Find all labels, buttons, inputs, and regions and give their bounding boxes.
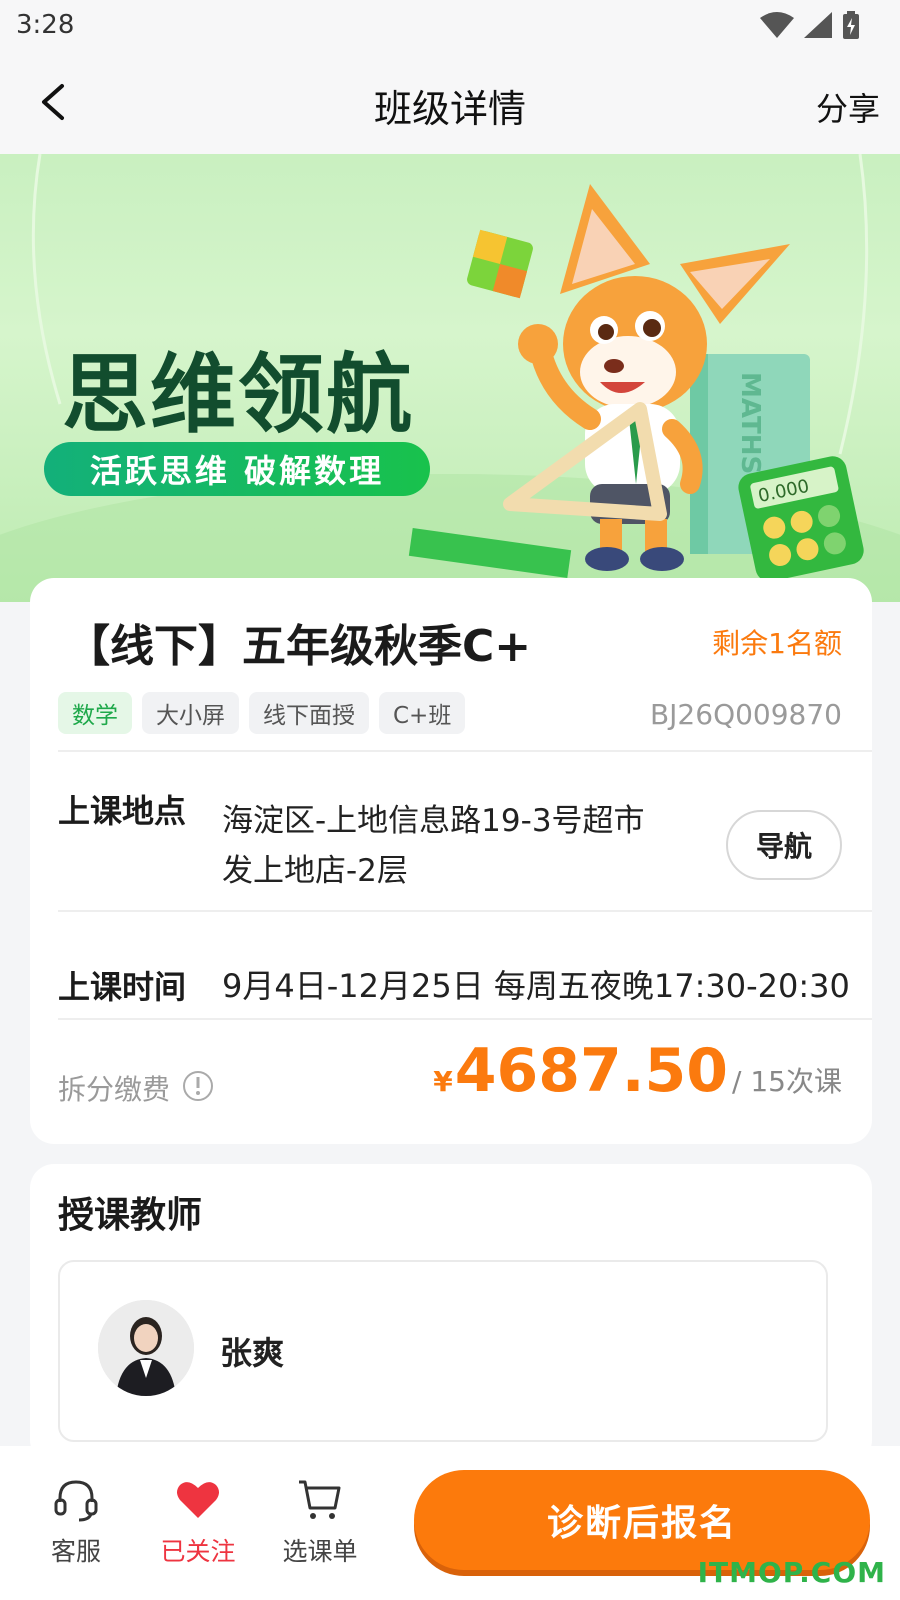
navigate-button[interactable]: 导航 bbox=[726, 810, 842, 880]
location-label: 上课地点 bbox=[58, 792, 187, 830]
price: ¥ 4687.50 / 15次课 bbox=[433, 1036, 842, 1106]
info-icon[interactable] bbox=[182, 1070, 214, 1102]
follow-label: 已关注 bbox=[160, 1537, 236, 1566]
nav-bar: 班级详情 分享 bbox=[0, 50, 900, 154]
split-payment-label: 拆分缴费 bbox=[58, 1073, 171, 1106]
enroll-after-diagnosis-button[interactable]: 诊断后报名 bbox=[414, 1470, 870, 1570]
price-unit: / 15次课 bbox=[732, 1065, 842, 1098]
address-line-1: 海淀区-上地信息路19-3号超市 bbox=[222, 803, 645, 839]
class-schedule: 9月4日-12月25日 每周五夜晚17:30-20:30 bbox=[222, 967, 850, 1005]
course-cart-label: 选课单 bbox=[282, 1537, 358, 1566]
divider bbox=[58, 910, 872, 912]
customer-service-button[interactable]: 客服 bbox=[26, 1474, 126, 1568]
course-info-card: 【线下】五年级秋季C+ 剩余1名额 数学 大小屏 线下面授 C+班 BJ26Q0… bbox=[30, 578, 872, 1144]
class-code: BJ26Q009870 bbox=[649, 698, 842, 731]
teacher-item[interactable]: 张爽 bbox=[58, 1260, 828, 1442]
signal-icon bbox=[804, 12, 832, 38]
status-icons bbox=[760, 11, 860, 39]
course-banner: MATHS 0.000 思维领航 活跃思维 破解数理 bbox=[0, 154, 900, 602]
divider bbox=[58, 1018, 872, 1020]
banner-subtitle: 活跃思维 破解数理 bbox=[44, 442, 430, 496]
page-title: 班级详情 bbox=[373, 87, 526, 131]
tag-screen: 大小屏 bbox=[142, 692, 239, 734]
course-title: 【线下】五年级秋季C+ bbox=[66, 621, 532, 672]
teacher-card: 授课教师 张爽 bbox=[30, 1164, 872, 1464]
status-time: 3:28 bbox=[16, 10, 75, 40]
headset-icon bbox=[54, 1480, 98, 1522]
tag-mode: 线下面授 bbox=[249, 692, 369, 734]
follow-button[interactable]: 已关注 bbox=[148, 1474, 248, 1568]
wifi-icon bbox=[760, 12, 794, 38]
share-button[interactable]: 分享 bbox=[816, 84, 880, 130]
course-tags: 数学 大小屏 线下面授 C+班 bbox=[58, 692, 466, 734]
teacher-name: 张爽 bbox=[220, 1334, 285, 1372]
remaining-quota: 剩余1名额 bbox=[712, 627, 842, 660]
status-bar: 3:28 bbox=[0, 0, 900, 50]
teacher-heading: 授课教师 bbox=[58, 1195, 203, 1236]
divider bbox=[58, 750, 872, 752]
price-value: 4687.50 bbox=[454, 1036, 729, 1106]
book-label: MATHS bbox=[735, 372, 765, 474]
course-cart-button[interactable]: 选课单 bbox=[270, 1474, 370, 1568]
time-label: 上课时间 bbox=[58, 968, 187, 1006]
heart-icon bbox=[177, 1482, 219, 1518]
location-address: 海淀区-上地信息路19-3号超市 发上地店-2层 bbox=[222, 796, 702, 896]
customer-service-label: 客服 bbox=[50, 1537, 101, 1566]
tag-subject: 数学 bbox=[58, 692, 132, 734]
tag-level: C+班 bbox=[379, 692, 466, 734]
cart-icon bbox=[299, 1480, 341, 1519]
banner-title: 思维领航 bbox=[62, 345, 414, 445]
battery-icon bbox=[843, 11, 859, 39]
price-currency: ¥ bbox=[433, 1065, 453, 1098]
watermark: ITMOP.COM bbox=[697, 1556, 886, 1589]
avatar bbox=[98, 1300, 194, 1396]
address-line-2: 发上地店-2层 bbox=[222, 853, 408, 889]
